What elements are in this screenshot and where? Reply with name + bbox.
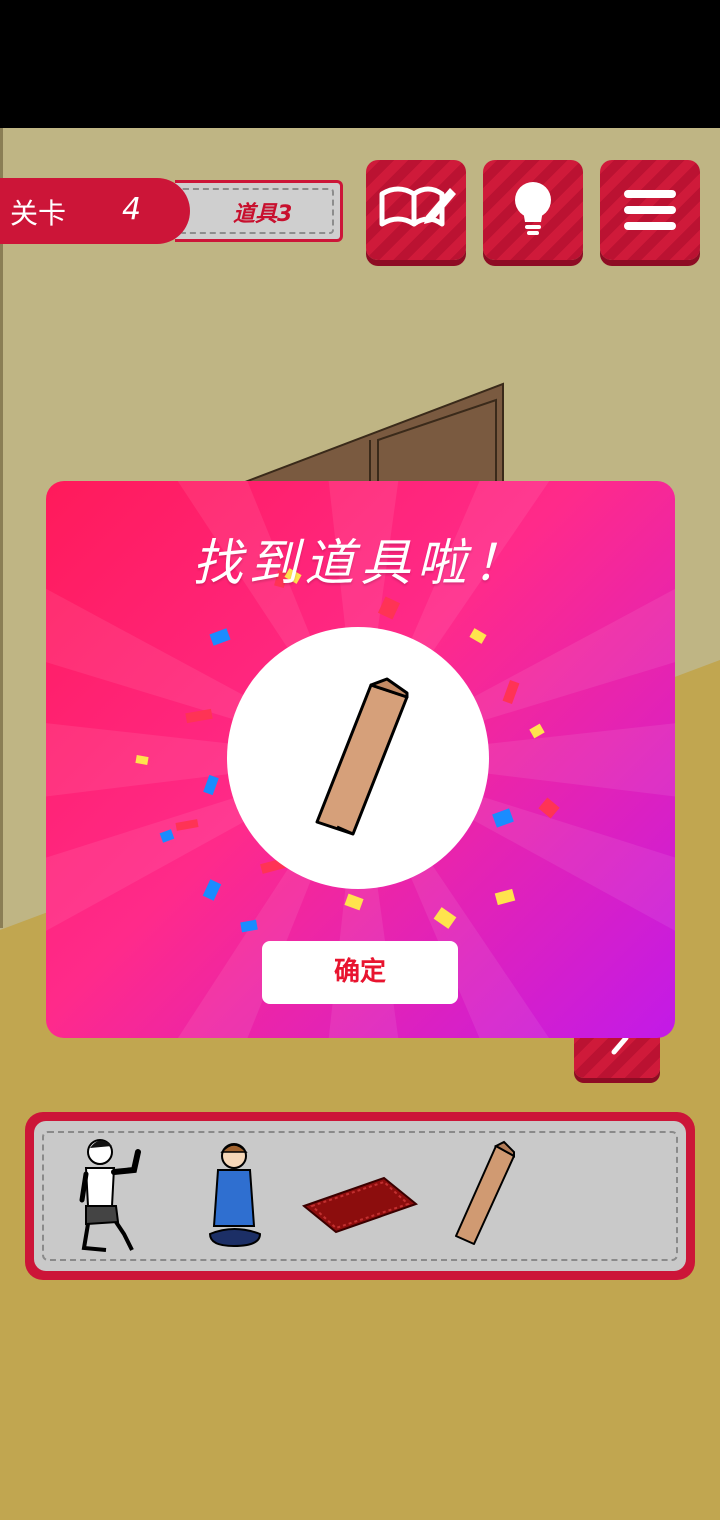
hamburger-menu-icon (624, 190, 676, 230)
door (244, 382, 504, 483)
lightbulb-icon (515, 182, 551, 235)
red-mat-icon (301, 1176, 419, 1234)
menu-button[interactable] (600, 160, 700, 260)
guide-button[interactable] (366, 160, 466, 260)
muscle-man-icon (79, 1139, 141, 1252)
wooden-plank-icon (455, 1140, 515, 1245)
book-pencil-icon (379, 186, 456, 227)
wooden-plank-icon (315, 677, 409, 836)
inventory-slot-2[interactable] (176, 1130, 296, 1260)
level-bar: 关卡 4 (0, 178, 346, 244)
confirm-button[interactable]: 确定 (262, 941, 458, 1004)
item-found-dialog: 找到道具啦！ 确定 (46, 481, 675, 1038)
inventory-slot-3[interactable] (300, 1130, 420, 1260)
wall-edge (0, 128, 3, 928)
level-label: 关卡 (10, 197, 67, 230)
hint-button[interactable] (483, 160, 583, 260)
item-counter-label: 道具3 (233, 202, 293, 227)
inventory-slot-4[interactable] (446, 1130, 566, 1260)
found-item-display (227, 627, 489, 889)
inventory-slot-1[interactable] (52, 1130, 172, 1260)
seated-boy-icon (208, 1143, 262, 1248)
dialog-title: 找到道具啦！ (192, 534, 529, 592)
level-number: 4 (122, 192, 142, 227)
